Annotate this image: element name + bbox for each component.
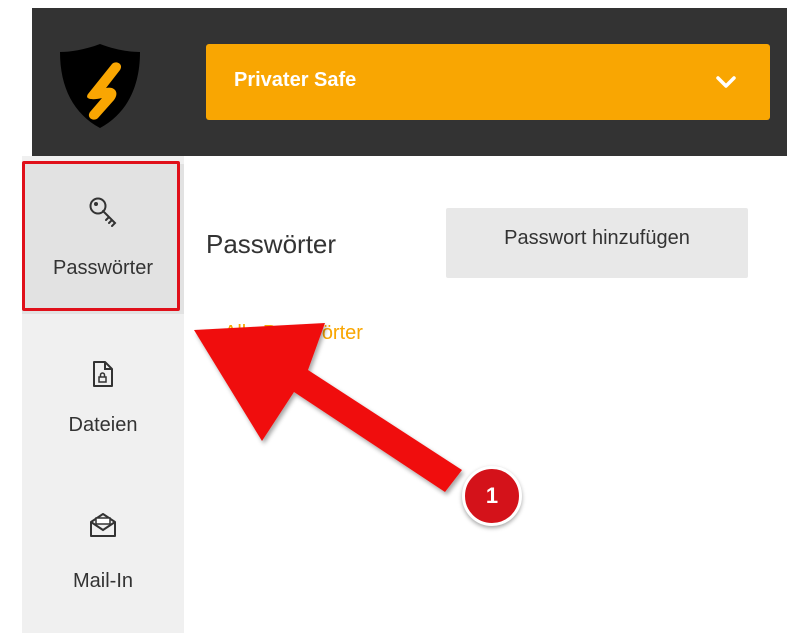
sidebar-item-label: Mail-In	[72, 570, 133, 592]
safe-selector-dropdown[interactable]: Privater Safe	[206, 44, 770, 120]
safe-selector-label: Privater Safe	[234, 69, 357, 91]
key-icon	[89, 197, 117, 227]
sidebar-item-label: Passwörter	[52, 257, 154, 279]
locked-file-icon	[93, 361, 113, 387]
add-password-button[interactable]: Passwort hinzufügen	[446, 208, 748, 278]
mail-inbox-icon	[90, 513, 116, 537]
shield-logo-icon[interactable]	[54, 40, 146, 132]
chevron-down-icon	[716, 76, 736, 88]
sidebar-item-label: Dateien	[68, 414, 138, 436]
sidebar-item-passwords[interactable]: Passwörter	[22, 164, 184, 314]
sidebar: Passwörter Dateien Mail-In	[22, 156, 184, 633]
all-passwords-link[interactable]: Alle Passwörter	[224, 322, 363, 345]
sidebar-item-files[interactable]: Dateien	[22, 314, 184, 464]
page-title: Passwörter	[206, 229, 337, 259]
sidebar-item-mail-in[interactable]: Mail-In	[22, 474, 184, 624]
annotation-step-badge: 1	[462, 466, 522, 526]
